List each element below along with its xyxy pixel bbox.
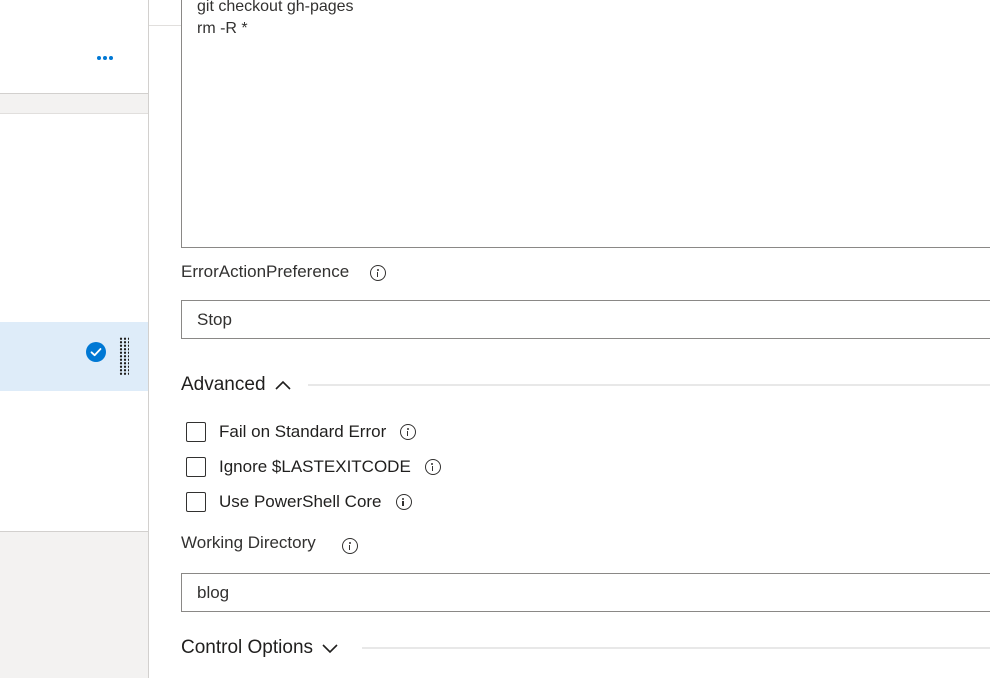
info-icon[interactable] (395, 494, 412, 510)
fail-on-stderr-label[interactable]: Fail on Standard Error (219, 422, 386, 442)
error-action-select[interactable]: Stop (181, 300, 990, 339)
chevron-up-icon (274, 380, 291, 390)
check-circle-icon (86, 342, 106, 362)
chevron-down-icon (322, 644, 338, 654)
task-list-item[interactable] (0, 391, 148, 532)
use-pwsh-core-label[interactable]: Use PowerShell Core (219, 492, 382, 512)
control-options-title: Control Options (181, 637, 314, 658)
option-ignore-lastexitcode: Ignore $LASTEXITCODE (186, 456, 441, 478)
more-icon (97, 56, 101, 60)
script-line: git checkout gh-pages (197, 0, 354, 15)
task-list-pane (0, 0, 149, 678)
info-icon[interactable] (370, 265, 386, 281)
info-icon[interactable] (400, 424, 417, 440)
section-divider (362, 647, 990, 649)
info-icon[interactable] (342, 538, 358, 554)
task-list-item[interactable] (0, 183, 148, 322)
error-action-label: ErrorActionPreference (181, 262, 350, 281)
fail-on-stderr-checkbox[interactable] (186, 422, 206, 442)
more-options-button[interactable] (90, 50, 120, 66)
drag-handle-icon[interactable] (119, 337, 129, 375)
script-line: rm -R * (197, 20, 248, 37)
working-directory-input[interactable]: blog (181, 573, 990, 612)
pipeline-task-editor: git checkout gh-pages rm -R * ErrorActio… (0, 0, 990, 678)
add-task-row[interactable] (0, 113, 148, 271)
ignore-lastexitcode-label[interactable]: Ignore $LASTEXITCODE (219, 457, 411, 477)
option-use-pwsh-core: Use PowerShell Core (186, 491, 412, 513)
script-editor[interactable]: git checkout gh-pages rm -R * (181, 0, 990, 248)
advanced-title: Advanced (181, 374, 266, 395)
advanced-section-toggle[interactable]: Advanced (181, 372, 292, 398)
section-divider (308, 384, 990, 386)
info-icon[interactable] (424, 459, 441, 475)
job-row[interactable] (0, 0, 148, 94)
working-directory-label: Working Directory (181, 533, 316, 552)
option-fail-on-stderr: Fail on Standard Error (186, 421, 417, 443)
control-options-section-toggle[interactable]: Control Options (181, 635, 339, 661)
ignore-lastexitcode-checkbox[interactable] (186, 457, 206, 477)
use-pwsh-core-checkbox[interactable] (186, 492, 206, 512)
